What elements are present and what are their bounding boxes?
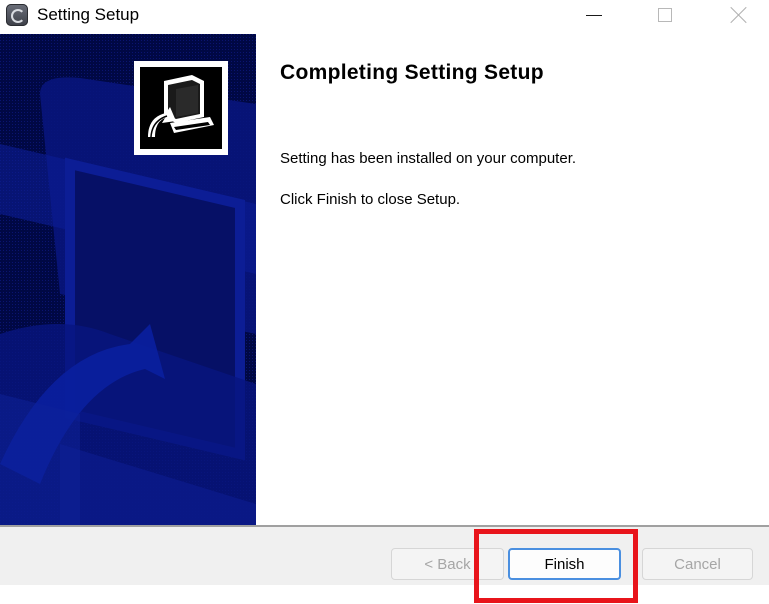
maximize-button [645,0,685,30]
installer-app-icon [6,4,28,26]
close-button [719,0,759,30]
title-bar[interactable]: Setting Setup [0,0,769,34]
install-complete-message: Setting has been installed on your compu… [280,150,577,167]
computer-install-icon [140,67,222,149]
minimize-icon [586,14,602,16]
page-title: Completing Setting Setup [280,61,544,84]
window-bottom [0,585,769,604]
installer-window: Setting Setup Completing Setting Setup S… [0,0,769,604]
setup-logo [134,61,228,155]
cancel-button: Cancel [642,548,753,580]
window-title: Setting Setup [37,5,140,24]
close-instruction: Click Finish to close Setup. [280,191,461,208]
minimize-button[interactable] [574,0,614,30]
close-icon [730,6,748,24]
maximize-icon [658,8,672,22]
finish-highlight-box [474,529,638,603]
